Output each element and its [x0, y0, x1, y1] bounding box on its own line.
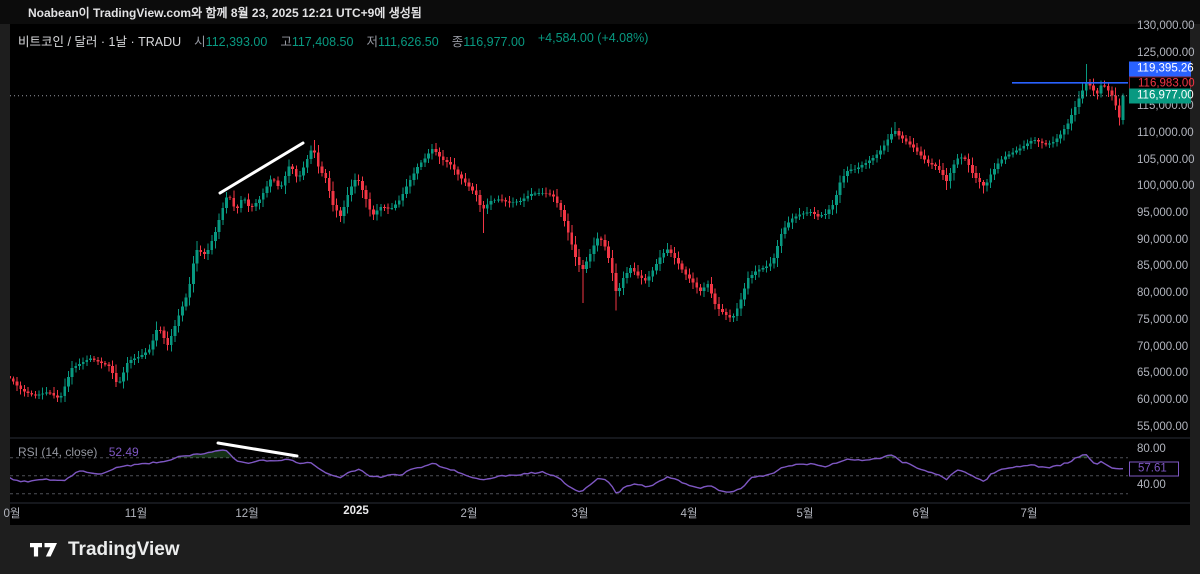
rsi-title: RSI (14, close) [18, 445, 98, 459]
price-tick: 95,000.00 [1137, 207, 1189, 220]
price-tick: 85,000.00 [1137, 260, 1189, 273]
price-tick: 130,000.00 [1137, 20, 1195, 33]
rsi-legend-value: 52.49 [108, 445, 139, 459]
rsi-last-value-label: 57.61 [1129, 461, 1179, 477]
time-tick: 11월 [124, 508, 148, 520]
time-tick: 7월 [1020, 508, 1038, 520]
ohlc-high: 고117,408.50 [280, 35, 354, 49]
price-tick: 105,000.00 [1137, 153, 1195, 166]
rsi-tick: 80.00 [1137, 442, 1166, 455]
price-tick: 100,000.00 [1137, 180, 1195, 193]
price-tick: 55,000.00 [1137, 420, 1189, 433]
price-tick: 90,000.00 [1137, 233, 1189, 246]
tradingview-brand-text[interactable]: TradingView [68, 539, 180, 561]
symbol-title: 비트코인 / 달러 · 1날 · TRADU [18, 35, 182, 49]
tradingview-snapshot: Noabean이 TradingView.com와 함께 8월 23, 2025… [0, 0, 1200, 574]
price-tick: 125,000.00 [1137, 46, 1195, 59]
rsi-legend: RSI (14, close) 52.49 [18, 445, 139, 459]
time-tick: 2월 [460, 508, 478, 520]
ohlc-open: 시112,393.00 [194, 35, 268, 49]
ohlc-close: 종116,977.00 [451, 35, 525, 49]
price-tick: 65,000.00 [1137, 367, 1189, 380]
chart-legend: 비트코인 / 달러 · 1날 · TRADU 시112,393.00 고117,… [18, 31, 648, 50]
price-tick: 70,000.00 [1137, 340, 1189, 353]
price-tick: 110,000.00 [1137, 127, 1194, 139]
tradingview-logo-icon[interactable] [30, 540, 58, 560]
time-tick: 5월 [796, 508, 814, 520]
change-text: +4,584.00 (+4.08%) [537, 31, 649, 45]
time-tick: 4월 [680, 508, 698, 520]
price-tick: 60,000.00 [1137, 393, 1189, 406]
alert-price-label: 119,395.26 [1129, 61, 1194, 77]
price-tick: 75,000.00 [1137, 313, 1189, 326]
footer-bar: TradingView [0, 525, 1200, 574]
time-tick: 0월 [3, 508, 21, 520]
chart-area[interactable]: 비트코인 / 달러 · 1날 · TRADU 시112,393.00 고117,… [4, 20, 1195, 525]
time-tick: 3월 [571, 508, 589, 520]
attribution-text: Noabean이 TradingView.com와 함께 8월 23, 2025… [28, 5, 422, 20]
candlestick-rsi-canvas[interactable] [10, 24, 1190, 525]
last-price-label: 116,977.00 [1129, 88, 1194, 104]
time-tick: 12월 [235, 508, 259, 520]
ohlc-low: 저111,626.50 [366, 35, 439, 49]
time-tick: 6월 [912, 508, 930, 520]
attribution-bar: Noabean이 TradingView.com와 함께 8월 23, 2025… [0, 0, 1200, 24]
rsi-tick: 40.00 [1137, 478, 1166, 491]
price-tick: 80,000.00 [1137, 287, 1189, 300]
time-tick: 2025 [343, 505, 369, 517]
